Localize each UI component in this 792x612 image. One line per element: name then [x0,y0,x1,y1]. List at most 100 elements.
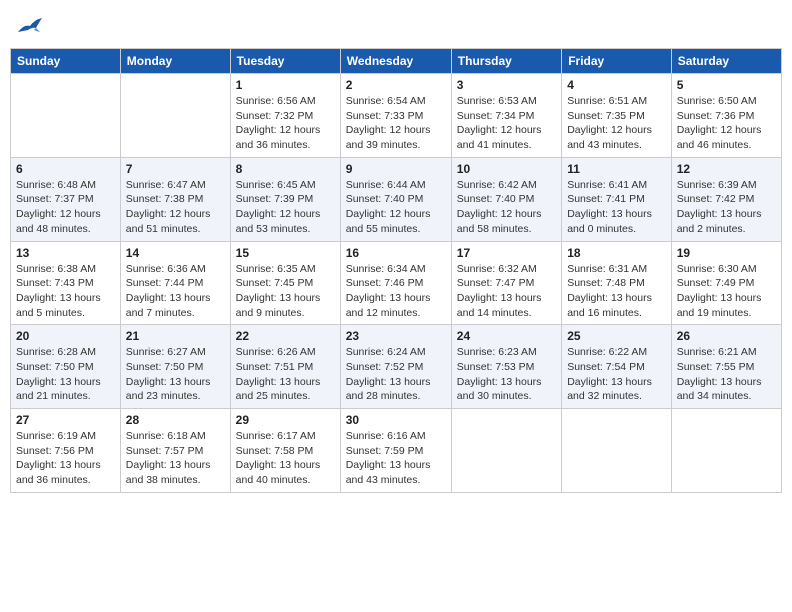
calendar-cell [120,74,230,158]
day-info: Sunrise: 6:19 AM Sunset: 7:56 PM Dayligh… [16,429,115,488]
calendar-cell: 16 Sunrise: 6:34 AM Sunset: 7:46 PM Dayli… [340,241,451,325]
day-number: 23 [346,329,446,343]
day-info: Sunrise: 6:56 AM Sunset: 7:32 PM Dayligh… [236,94,335,153]
day-number: 27 [16,413,115,427]
day-info: Sunrise: 6:31 AM Sunset: 7:48 PM Dayligh… [567,262,666,321]
day-info: Sunrise: 6:22 AM Sunset: 7:54 PM Dayligh… [567,345,666,404]
calendar-cell: 22 Sunrise: 6:26 AM Sunset: 7:51 PM Dayli… [230,325,340,409]
weekday-header-sunday: Sunday [11,49,121,74]
calendar-week-row: 1 Sunrise: 6:56 AM Sunset: 7:32 PM Daylig… [11,74,782,158]
day-info: Sunrise: 6:41 AM Sunset: 7:41 PM Dayligh… [567,178,666,237]
day-number: 10 [457,162,556,176]
calendar-cell: 4 Sunrise: 6:51 AM Sunset: 7:35 PM Daylig… [562,74,672,158]
calendar-cell: 1 Sunrise: 6:56 AM Sunset: 7:32 PM Daylig… [230,74,340,158]
calendar-week-row: 6 Sunrise: 6:48 AM Sunset: 7:37 PM Daylig… [11,157,782,241]
calendar-cell: 30 Sunrise: 6:16 AM Sunset: 7:59 PM Dayli… [340,409,451,493]
day-number: 2 [346,78,446,92]
day-info: Sunrise: 6:53 AM Sunset: 7:34 PM Dayligh… [457,94,556,153]
weekday-header-wednesday: Wednesday [340,49,451,74]
calendar-cell: 20Sunrise: 6:28 AM Sunset: 7:50 PM Dayli… [11,325,121,409]
weekday-header-friday: Friday [562,49,672,74]
calendar-cell: 13 Sunrise: 6:38 AM Sunset: 7:43 PM Dayli… [11,241,121,325]
calendar-cell: 8 Sunrise: 6:45 AM Sunset: 7:39 PM Daylig… [230,157,340,241]
day-number: 3 [457,78,556,92]
day-number: 7 [126,162,225,176]
day-number: 6 [16,162,115,176]
day-info: Sunrise: 6:27 AM Sunset: 7:50 PM Dayligh… [126,345,225,404]
calendar-cell: 15Sunrise: 6:35 AM Sunset: 7:45 PM Dayli… [230,241,340,325]
calendar-cell: 12 Sunrise: 6:39 AM Sunset: 7:42 PM Dayli… [671,157,781,241]
day-info: Sunrise: 6:21 AM Sunset: 7:55 PM Dayligh… [677,345,776,404]
day-info: Sunrise: 6:24 AM Sunset: 7:52 PM Dayligh… [346,345,446,404]
calendar-cell: 17 Sunrise: 6:32 AM Sunset: 7:47 PM Dayli… [451,241,561,325]
day-info: Sunrise: 6:36 AM Sunset: 7:44 PM Dayligh… [126,262,225,321]
day-info: Sunrise: 6:26 AM Sunset: 7:51 PM Dayligh… [236,345,335,404]
day-number: 20 [16,329,115,343]
day-info: Sunrise: 6:30 AM Sunset: 7:49 PM Dayligh… [677,262,776,321]
calendar-cell: 21 Sunrise: 6:27 AM Sunset: 7:50 PM Dayli… [120,325,230,409]
calendar-cell: 25Sunrise: 6:22 AM Sunset: 7:54 PM Dayli… [562,325,672,409]
day-number: 12 [677,162,776,176]
calendar-cell: 29 Sunrise: 6:17 AM Sunset: 7:58 PM Dayli… [230,409,340,493]
weekday-header-tuesday: Tuesday [230,49,340,74]
day-info: Sunrise: 6:45 AM Sunset: 7:39 PM Dayligh… [236,178,335,237]
day-number: 19 [677,246,776,260]
day-info: Sunrise: 6:48 AM Sunset: 7:37 PM Dayligh… [16,178,115,237]
day-number: 4 [567,78,666,92]
calendar-week-row: 13 Sunrise: 6:38 AM Sunset: 7:43 PM Dayli… [11,241,782,325]
calendar-table: SundayMondayTuesdayWednesdayThursdayFrid… [10,48,782,493]
day-number: 24 [457,329,556,343]
calendar-cell: 14 Sunrise: 6:36 AM Sunset: 7:44 PM Dayli… [120,241,230,325]
day-info: Sunrise: 6:39 AM Sunset: 7:42 PM Dayligh… [677,178,776,237]
calendar-cell: 9 Sunrise: 6:44 AM Sunset: 7:40 PM Daylig… [340,157,451,241]
calendar-week-row: 20Sunrise: 6:28 AM Sunset: 7:50 PM Dayli… [11,325,782,409]
calendar-cell: 6 Sunrise: 6:48 AM Sunset: 7:37 PM Daylig… [11,157,121,241]
calendar-cell: 7 Sunrise: 6:47 AM Sunset: 7:38 PM Daylig… [120,157,230,241]
day-number: 17 [457,246,556,260]
day-number: 13 [16,246,115,260]
calendar-cell: 2 Sunrise: 6:54 AM Sunset: 7:33 PM Daylig… [340,74,451,158]
calendar-cell: 19 Sunrise: 6:30 AM Sunset: 7:49 PM Dayli… [671,241,781,325]
day-number: 28 [126,413,225,427]
calendar-cell: 23 Sunrise: 6:24 AM Sunset: 7:52 PM Dayli… [340,325,451,409]
weekday-header-thursday: Thursday [451,49,561,74]
calendar-cell [451,409,561,493]
calendar-week-row: 27 Sunrise: 6:19 AM Sunset: 7:56 PM Dayli… [11,409,782,493]
day-info: Sunrise: 6:51 AM Sunset: 7:35 PM Dayligh… [567,94,666,153]
weekday-header-row: SundayMondayTuesdayWednesdayThursdayFrid… [11,49,782,74]
logo-icon [16,14,44,36]
calendar-cell: 26Sunrise: 6:21 AM Sunset: 7:55 PM Dayli… [671,325,781,409]
calendar-cell: 5 Sunrise: 6:50 AM Sunset: 7:36 PM Daylig… [671,74,781,158]
day-info: Sunrise: 6:38 AM Sunset: 7:43 PM Dayligh… [16,262,115,321]
day-number: 5 [677,78,776,92]
day-info: Sunrise: 6:35 AM Sunset: 7:45 PM Dayligh… [236,262,335,321]
day-info: Sunrise: 6:47 AM Sunset: 7:38 PM Dayligh… [126,178,225,237]
weekday-header-monday: Monday [120,49,230,74]
day-info: Sunrise: 6:32 AM Sunset: 7:47 PM Dayligh… [457,262,556,321]
page-header [10,10,782,40]
day-number: 30 [346,413,446,427]
day-info: Sunrise: 6:44 AM Sunset: 7:40 PM Dayligh… [346,178,446,237]
day-info: Sunrise: 6:50 AM Sunset: 7:36 PM Dayligh… [677,94,776,153]
calendar-cell: 24 Sunrise: 6:23 AM Sunset: 7:53 PM Dayli… [451,325,561,409]
day-number: 18 [567,246,666,260]
calendar-cell [11,74,121,158]
day-info: Sunrise: 6:17 AM Sunset: 7:58 PM Dayligh… [236,429,335,488]
day-number: 9 [346,162,446,176]
day-info: Sunrise: 6:34 AM Sunset: 7:46 PM Dayligh… [346,262,446,321]
day-info: Sunrise: 6:54 AM Sunset: 7:33 PM Dayligh… [346,94,446,153]
day-info: Sunrise: 6:18 AM Sunset: 7:57 PM Dayligh… [126,429,225,488]
day-info: Sunrise: 6:23 AM Sunset: 7:53 PM Dayligh… [457,345,556,404]
day-number: 14 [126,246,225,260]
calendar-cell: 27 Sunrise: 6:19 AM Sunset: 7:56 PM Dayli… [11,409,121,493]
day-number: 16 [346,246,446,260]
day-info: Sunrise: 6:16 AM Sunset: 7:59 PM Dayligh… [346,429,446,488]
day-number: 29 [236,413,335,427]
day-number: 1 [236,78,335,92]
day-number: 8 [236,162,335,176]
day-number: 11 [567,162,666,176]
day-number: 21 [126,329,225,343]
day-number: 22 [236,329,335,343]
calendar-cell [671,409,781,493]
calendar-cell: 10Sunrise: 6:42 AM Sunset: 7:40 PM Dayli… [451,157,561,241]
